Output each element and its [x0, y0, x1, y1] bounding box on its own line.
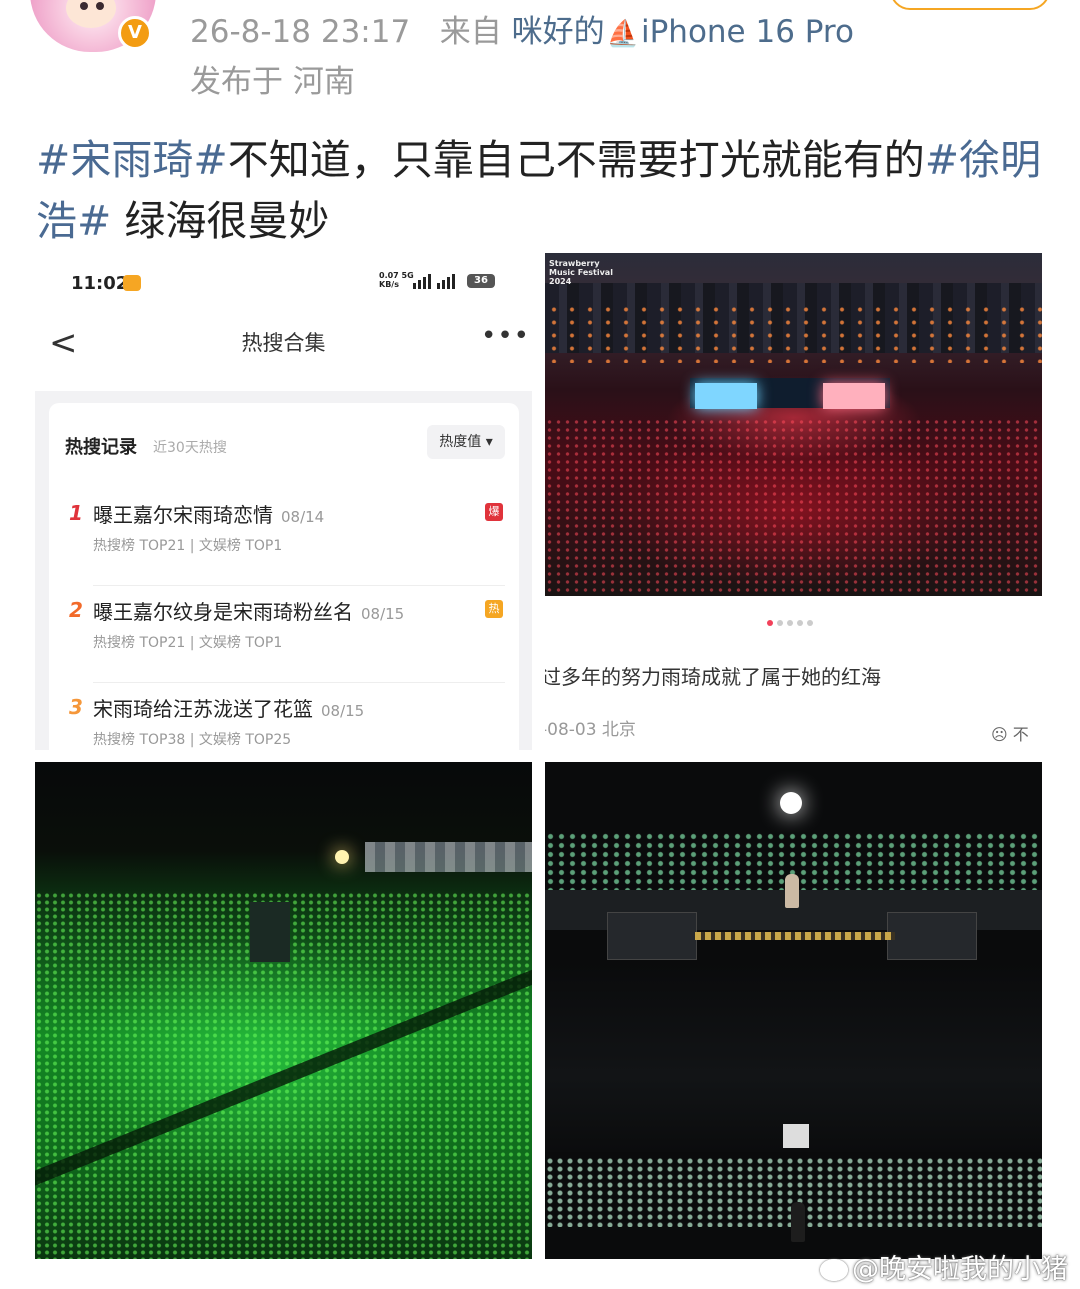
festival-photo: Strawberry Music Festival 2024 [545, 253, 1042, 596]
rank-number: 3 [69, 695, 83, 719]
item-date: 08/14 [281, 508, 325, 526]
stage-screen [783, 1124, 809, 1148]
list-item[interactable]: 2 曝王嘉尔纹身是宋雨琦粉丝名 08/15 热搜榜 TOP21 | 文娱榜 TOP… [65, 588, 505, 684]
street-lamp [335, 850, 349, 864]
sound-tower [250, 902, 290, 962]
item-date: 08/15 [361, 605, 405, 623]
rank-number: 2 [69, 598, 83, 622]
performer [785, 874, 799, 908]
item-date: 08/15 [321, 702, 365, 720]
notification-icon [123, 275, 141, 291]
status-time: 11:02 [71, 273, 129, 294]
post-location: 发布于 河南 [190, 64, 355, 100]
stage-screen [823, 383, 885, 409]
divider [93, 682, 505, 683]
item-title: 曝王嘉尔纹身是宋雨琦粉丝名 [93, 600, 353, 624]
avatar-eye [96, 2, 104, 10]
item-title: 曝王嘉尔宋雨琦恋情 [93, 503, 273, 527]
image-stage-flags[interactable] [545, 762, 1042, 1259]
stage-truss [695, 932, 895, 940]
avatar-face [66, 0, 116, 28]
item-title-line: 宋雨琦给汪苏泷送了花篮 08/15 [93, 693, 364, 722]
hot-badge: 热 [485, 600, 503, 618]
post-body: 绿海很曼妙 [111, 197, 330, 245]
festival-date: -08-03 北京 [545, 720, 636, 740]
tents [365, 842, 532, 872]
performer [791, 1202, 805, 1242]
divider [93, 585, 505, 586]
city-lights [545, 303, 1042, 363]
hashtag-link[interactable]: #宋雨琦# [36, 136, 228, 184]
from-label: 来自 [439, 14, 502, 50]
spotlight [780, 792, 802, 814]
post-text: #宋雨琦#不知道，只靠自己不需要打光就能有的#徐明浩# 绿海很曼妙 [36, 130, 1046, 252]
red-crowd [545, 418, 1042, 596]
follow-button[interactable] [890, 0, 1050, 10]
more-icon[interactable]: ••• [481, 321, 530, 351]
post-timestamp: 26-8-18 23:17 [190, 14, 411, 50]
stage-screen [695, 383, 757, 409]
image-red-festival[interactable]: Strawberry Music Festival 2024 过多年的努力雨琦成… [545, 253, 1042, 750]
post-body: 不知道，只靠自己不需要打光就能有的 [227, 136, 925, 184]
source-app: 咪好的 [511, 14, 605, 50]
reaction-button[interactable]: ☹ 不 [991, 721, 1029, 745]
page-title: 热搜合集 [241, 331, 326, 355]
battery-icon: 36 [467, 274, 495, 288]
carousel-dots [765, 611, 815, 630]
card-subtitle: 近30天热搜 [153, 440, 227, 456]
list-item[interactable]: 1 曝王嘉尔宋雨琦恋情 08/14 热搜榜 TOP21 | 文娱榜 TOP1 爆 [65, 491, 505, 587]
item-title-line: 曝王嘉尔宋雨琦恋情 08/14 [93, 499, 324, 528]
item-title-line: 曝王嘉尔纹身是宋雨琦粉丝名 08/15 [93, 596, 404, 625]
hot-badge: 爆 [485, 503, 503, 521]
source-link[interactable]: 咪好的⛵iPhone 16 Pro [512, 14, 854, 50]
network-speed: 0.07 5G KB/s [379, 271, 414, 289]
verified-badge: V [118, 16, 152, 50]
sort-dropdown[interactable]: 热度值 ▾ [427, 425, 505, 459]
weibo-logo-icon [820, 1259, 848, 1281]
speaker [887, 912, 977, 960]
image-hot-search-screenshot[interactable]: 11:02 0.07 5G KB/s 36 < 热搜合集 ••• 热搜记录 近3… [35, 253, 532, 750]
avatar-eye [80, 2, 88, 10]
item-title: 宋雨琦给汪苏泷送了花篮 [93, 697, 313, 721]
item-stats: 热搜榜 TOP38 | 文娱榜 TOP25 [93, 732, 292, 748]
weibo-watermark: @晚安啦我的小猪 [820, 1247, 1068, 1286]
item-stats: 热搜榜 TOP21 | 文娱榜 TOP1 [93, 538, 283, 554]
hot-search-card: 热搜记录 近30天热搜 热度值 ▾ 1 曝王嘉尔宋雨琦恋情 08/14 热搜榜 T… [49, 403, 519, 750]
speaker [607, 912, 697, 960]
item-stats: 热搜榜 TOP21 | 文娱榜 TOP1 [93, 635, 283, 651]
card-title: 热搜记录 [65, 437, 137, 458]
post-meta: 26-8-18 23:17 来自 咪好的⛵iPhone 16 Pro [190, 6, 854, 51]
list-item[interactable]: 3 宋雨琦给汪苏泷送了花篮 08/15 热搜榜 TOP38 | 文娱榜 TOP25 [65, 685, 505, 750]
festival-watermark: Strawberry Music Festival 2024 [549, 259, 613, 286]
festival-caption: 过多年的努力雨琦成就了属于她的红海 [545, 665, 881, 689]
watermark-text: @晚安啦我的小猪 [852, 1254, 1068, 1285]
sailboat-icon: ⛵ [606, 19, 639, 49]
rank-number: 1 [69, 501, 83, 525]
image-green-crowd[interactable] [35, 762, 532, 1259]
device-name: iPhone 16 Pro [640, 14, 854, 50]
